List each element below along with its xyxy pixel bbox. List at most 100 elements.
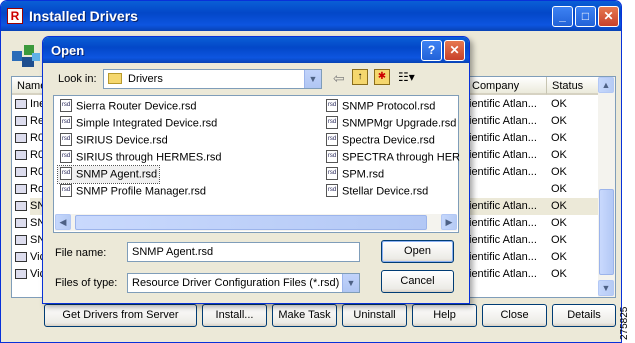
uninstall-button[interactable]: Uninstall [342, 304, 407, 327]
file-item[interactable]: rsd Sierra Router Device.rsd [58, 98, 198, 115]
column-header-name[interactable]: Name [12, 77, 46, 95]
driver-icon [15, 269, 27, 279]
driver-icon [15, 184, 27, 194]
row-status[interactable]: OK [547, 215, 598, 232]
file-item[interactable]: rsd Simple Integrated Device.rsd [58, 115, 219, 132]
file-name-input[interactable]: SNMP Agent.rsd [127, 242, 360, 262]
file-item-label: Sierra Router Device.rsd [76, 100, 197, 113]
up-folder-icon[interactable]: ↑ [352, 69, 368, 85]
file-item-label: SNMP Agent.rsd [76, 168, 158, 181]
rsd-file-icon: rsd [326, 99, 338, 112]
rsd-file-icon: rsd [326, 167, 338, 180]
row-company[interactable] [467, 181, 547, 198]
close-window-button[interactable]: ✕ [598, 6, 619, 27]
row-status[interactable]: OK [547, 130, 598, 147]
help-question-button[interactable]: ? [421, 40, 442, 61]
row-status[interactable]: OK [547, 198, 598, 215]
new-folder-icon[interactable]: ✱ [374, 69, 390, 85]
row-company[interactable]: ientific Atlan... [467, 130, 547, 147]
row-company[interactable]: ientific Atlan... [467, 164, 547, 181]
row-company[interactable]: ientific Atlan... [467, 96, 547, 113]
driver-icon [15, 116, 27, 126]
file-item[interactable]: rsd SIRIUS Device.rsd [58, 132, 170, 149]
file-item[interactable]: rsd SNMP Profile Manager.rsd [58, 183, 208, 200]
screen: R Installed Drivers _ □ ✕ Name Company S… [0, 0, 635, 343]
rsd-file-icon: rsd [60, 133, 72, 146]
install-button[interactable]: Install... [202, 304, 267, 327]
look-in-label: Look in: [58, 73, 97, 85]
row-status[interactable]: OK [547, 164, 598, 181]
close-button[interactable]: Close [482, 304, 547, 327]
column-header-company[interactable]: Company [467, 77, 547, 95]
open-dialog-close-button[interactable]: ✕ [444, 40, 465, 61]
scroll-right-button[interactable]: ▶ [441, 214, 457, 230]
file-item[interactable]: rsd SNMP Protocol.rsd [324, 98, 437, 115]
column-header-status[interactable]: Status [547, 77, 599, 95]
driver-icon [15, 235, 27, 245]
open-button[interactable]: Open [381, 240, 454, 263]
open-dialog-title: Open [51, 43, 85, 58]
scroll-down-button[interactable]: ▼ [598, 280, 614, 296]
rsd-file-icon: rsd [60, 167, 72, 180]
row-status[interactable]: OK [547, 147, 598, 164]
file-item[interactable]: rsd SPECTRA through HERMI [324, 149, 460, 166]
rsd-file-icon: rsd [60, 99, 72, 112]
maximize-button[interactable]: □ [575, 6, 596, 27]
file-item[interactable]: rsd SNMPMgr Upgrade.rsd [324, 115, 458, 132]
file-item-label: SNMP Protocol.rsd [342, 100, 436, 113]
minimize-button[interactable]: _ [552, 6, 573, 27]
view-menu-icon[interactable]: ☷▾ [398, 70, 415, 84]
install-drivers-toolbar-icon[interactable] [10, 41, 42, 71]
files-of-type-dropdown[interactable]: Resource Driver Configuration Files (*.r… [127, 273, 360, 293]
file-item-label: SPECTRA through HERMI [342, 151, 460, 164]
look-in-dropdown[interactable]: Drivers ▼ [103, 69, 322, 89]
drivers-vertical-scrollbar[interactable]: ▲ ▼ [598, 77, 615, 297]
row-company[interactable]: ientific Atlan... [467, 113, 547, 130]
row-company[interactable]: ientific Atlan... [467, 266, 547, 283]
row-company[interactable]: ientific Atlan... [467, 249, 547, 266]
row-status[interactable]: OK [547, 249, 598, 266]
rsd-file-icon: rsd [60, 150, 72, 163]
row-status[interactable]: OK [547, 232, 598, 249]
row-company[interactable]: ientific Atlan... [467, 232, 547, 249]
row-status[interactable]: OK [547, 181, 598, 198]
row-company[interactable]: ientific Atlan... [467, 147, 547, 164]
file-item[interactable]: rsd SPM.rsd [324, 166, 386, 183]
rsd-file-icon: rsd [326, 184, 338, 197]
rsd-file-icon: rsd [60, 116, 72, 129]
row-status[interactable]: OK [547, 96, 598, 113]
file-item-label: SIRIUS Device.rsd [76, 134, 168, 147]
file-item[interactable]: rsd Stellar Device.rsd [324, 183, 430, 200]
scroll-up-button[interactable]: ▲ [598, 77, 614, 93]
open-dialog-title-bar[interactable]: Open ? ✕ [43, 37, 469, 63]
rsd-file-icon: rsd [60, 184, 72, 197]
row-company[interactable]: ientific Atlan... [467, 198, 547, 215]
file-item[interactable]: rsd SIRIUS through HERMES.rsd [58, 149, 224, 166]
driver-icon [15, 133, 27, 143]
row-status[interactable]: OK [547, 266, 598, 283]
files-of-type-value: Resource Driver Configuration Files (*.r… [132, 277, 340, 289]
file-item[interactable]: rsd SNMP Agent.rsd [56, 165, 161, 184]
row-company[interactable]: ientific Atlan... [467, 215, 547, 232]
cancel-button[interactable]: Cancel [381, 270, 454, 293]
file-item[interactable]: rsd Spectra Device.rsd [324, 132, 437, 149]
chevron-down-icon[interactable]: ▼ [304, 70, 321, 88]
make-task-button[interactable]: Make Task [272, 304, 337, 327]
details-button[interactable]: Details [552, 304, 616, 327]
driver-icon [15, 99, 27, 109]
file-list-pane[interactable]: rsd Sierra Router Device.rsd rsd Simple Int… [53, 95, 460, 233]
get-drivers-from-server-button[interactable]: Get Drivers from Server [44, 304, 197, 327]
figure-id: 275825 [619, 306, 630, 340]
help-button[interactable]: Help [412, 304, 477, 327]
row-status[interactable]: OK [547, 113, 598, 130]
main-title-bar[interactable]: R Installed Drivers _ □ ✕ [1, 1, 621, 31]
file-item-label: Simple Integrated Device.rsd [76, 117, 218, 130]
driver-icon [15, 150, 27, 160]
driver-icon [15, 252, 27, 262]
back-arrow-icon[interactable]: ⇦ [333, 70, 345, 87]
horizontal-scroll-thumb[interactable] [75, 215, 427, 230]
scroll-thumb[interactable] [599, 189, 614, 275]
scroll-left-button[interactable]: ◀ [55, 214, 71, 230]
file-horizontal-scrollbar[interactable]: ◀ ▶ [55, 214, 457, 231]
chevron-down-icon[interactable]: ▼ [342, 274, 359, 292]
